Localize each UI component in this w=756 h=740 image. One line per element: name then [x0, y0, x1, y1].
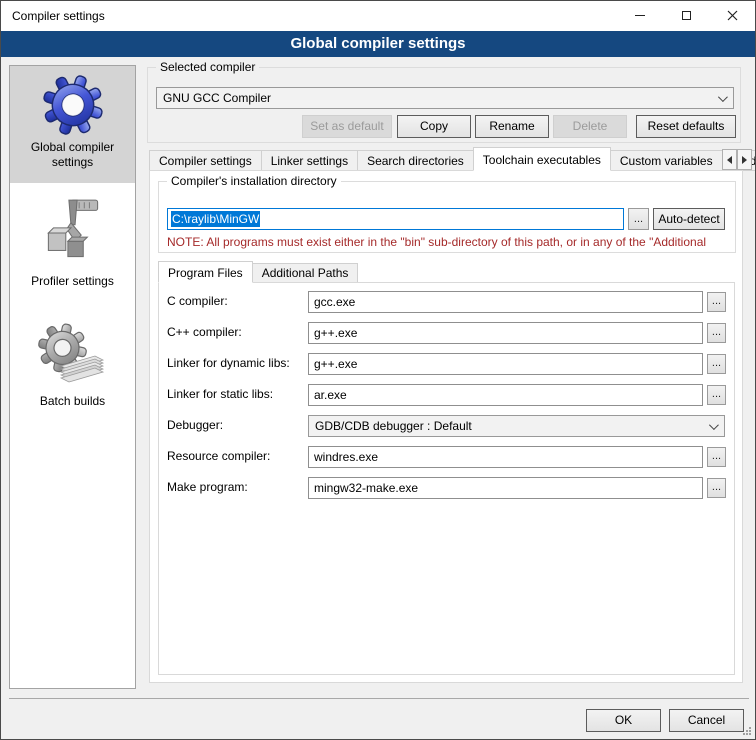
tab-scroll-left-button[interactable]: [722, 149, 737, 170]
tab-additional-paths[interactable]: Additional Paths: [252, 263, 359, 283]
make-program-input[interactable]: [308, 477, 703, 499]
resize-grip[interactable]: [742, 726, 752, 736]
compiler-select[interactable]: GNU GCC Compiler: [156, 87, 734, 109]
browse-c-compiler-button[interactable]: ...: [707, 292, 726, 312]
chevron-down-icon: [718, 92, 728, 102]
group-label: Compiler's installation directory: [167, 174, 341, 188]
ok-button[interactable]: OK: [586, 709, 661, 732]
field-label: Linker for dynamic libs:: [167, 356, 290, 370]
cancel-button[interactable]: Cancel: [669, 709, 744, 732]
tab-scroll-right-button[interactable]: [737, 149, 752, 170]
tab-search-directories[interactable]: Search directories: [357, 150, 474, 171]
compiler-settings-window: Compiler settings Global compiler settin…: [0, 0, 756, 740]
field-row-make-program: Make program: ...: [159, 477, 734, 499]
sidebar-item-label: Global compiler settings: [10, 140, 135, 176]
note-text: NOTE: All programs must exist either in …: [167, 235, 733, 249]
minimize-icon: [635, 15, 645, 16]
sidebar-item-label: Batch builds: [10, 394, 135, 415]
window-title: Compiler settings: [12, 1, 105, 31]
title-bar: Compiler settings: [1, 1, 755, 31]
maximize-button[interactable]: [663, 1, 709, 30]
footer-separator: [9, 698, 749, 699]
browse-static-linker-button[interactable]: ...: [707, 385, 726, 405]
tab-linker-settings[interactable]: Linker settings: [261, 150, 358, 171]
dialog-banner: Global compiler settings: [1, 31, 755, 57]
maximize-icon: [682, 11, 691, 20]
field-label: C++ compiler:: [167, 325, 242, 339]
field-row-cpp-compiler: C++ compiler: ...: [159, 322, 734, 344]
field-row-dynamic-linker: Linker for dynamic libs: ...: [159, 353, 734, 375]
rename-button[interactable]: Rename: [475, 115, 549, 138]
field-row-c-compiler: C compiler: ...: [159, 291, 734, 313]
minimize-button[interactable]: [617, 1, 663, 30]
toolchain-executables-page: Compiler's installation directory C:\ray…: [149, 170, 743, 683]
sidebar-item-global-compiler-settings[interactable]: Global compiler settings: [10, 66, 135, 183]
resource-compiler-input[interactable]: [308, 446, 703, 468]
selected-text: C:\raylib\MinGW: [171, 211, 260, 227]
program-files-panel: C compiler: ... C++ compiler: ... Linker…: [158, 282, 735, 675]
settings-tab-bar: Compiler settings Linker settings Search…: [149, 147, 756, 171]
sidebar-item-label: Profiler settings: [10, 274, 135, 295]
group-label: Selected compiler: [156, 60, 259, 74]
installation-directory-input[interactable]: C:\raylib\MinGW: [167, 208, 624, 230]
browse-make-program-button[interactable]: ...: [707, 478, 726, 498]
debugger-select[interactable]: GDB/CDB debugger : Default: [308, 415, 725, 437]
sidebar-item-profiler-settings[interactable]: Profiler settings: [10, 188, 135, 296]
sidebar-item-batch-builds[interactable]: Batch builds: [10, 314, 135, 422]
field-row-static-linker: Linker for static libs: ...: [159, 384, 734, 406]
delete-button[interactable]: Delete: [553, 115, 627, 138]
blue-gear-icon: [40, 72, 106, 138]
dynamic-linker-input[interactable]: [308, 353, 703, 375]
c-compiler-input[interactable]: [308, 291, 703, 313]
debugger-select-value: GDB/CDB debugger : Default: [315, 419, 472, 433]
field-label: Make program:: [167, 480, 248, 494]
installation-directory-group: Compiler's installation directory C:\ray…: [158, 181, 736, 253]
field-row-resource-compiler: Resource compiler: ...: [159, 446, 734, 468]
auto-detect-button[interactable]: Auto-detect: [653, 208, 725, 230]
close-icon: [727, 10, 738, 21]
copy-button[interactable]: Copy: [397, 115, 471, 138]
field-label: Linker for static libs:: [167, 387, 273, 401]
tab-program-files[interactable]: Program Files: [158, 261, 253, 283]
tab-custom-variables[interactable]: Custom variables: [610, 150, 723, 171]
program-files-tab-bar: Program Files Additional Paths: [158, 261, 357, 283]
set-as-default-button[interactable]: Set as default: [302, 115, 392, 138]
field-label: C compiler:: [167, 294, 228, 308]
field-label: Resource compiler:: [167, 449, 270, 463]
browse-directory-button[interactable]: ...: [628, 208, 649, 230]
reset-defaults-button[interactable]: Reset defaults: [636, 115, 736, 138]
static-linker-input[interactable]: [308, 384, 703, 406]
tab-compiler-settings[interactable]: Compiler settings: [149, 150, 262, 171]
compiler-select-value: GNU GCC Compiler: [163, 91, 271, 105]
gray-gear-stack-icon: [37, 320, 109, 392]
cpp-compiler-input[interactable]: [308, 322, 703, 344]
field-label: Debugger:: [167, 418, 223, 432]
caliper-icon: [40, 194, 106, 272]
selected-compiler-group: Selected compiler GNU GCC Compiler Set a…: [147, 67, 741, 143]
browse-cpp-compiler-button[interactable]: ...: [707, 323, 726, 343]
chevron-down-icon: [709, 420, 719, 430]
arrow-right-icon: [742, 156, 747, 164]
browse-dynamic-linker-button[interactable]: ...: [707, 354, 726, 374]
browse-resource-compiler-button[interactable]: ...: [707, 447, 726, 467]
field-row-debugger: Debugger: GDB/CDB debugger : Default: [159, 415, 734, 437]
settings-category-list: Global compiler settings Profiler settin…: [9, 65, 136, 689]
arrow-left-icon: [727, 156, 732, 164]
tab-toolchain-executables[interactable]: Toolchain executables: [473, 147, 611, 171]
close-button[interactable]: [709, 1, 755, 30]
